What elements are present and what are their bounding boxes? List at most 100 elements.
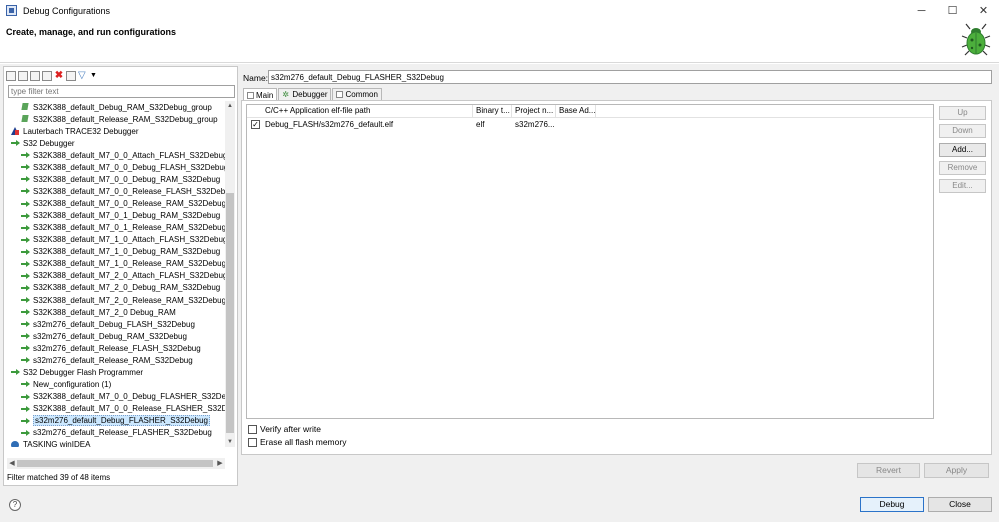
edit-button[interactable]: Edit... <box>939 179 986 194</box>
table-row[interactable]: ✓ Debug_FLASH/s32m276_default.elf elf s3… <box>247 118 933 131</box>
column-header-binary-type[interactable]: Binary t... <box>473 105 512 117</box>
remove-button[interactable]: Remove <box>939 160 986 175</box>
tree-category[interactable]: S32 Debugger <box>7 137 225 149</box>
tree-configuration-item[interactable]: New_configuration (1) <box>7 378 225 390</box>
tab-debugger[interactable]: ✲ Debugger <box>278 88 332 100</box>
filter-input[interactable] <box>8 85 235 98</box>
new-configuration-icon[interactable] <box>6 71 16 81</box>
minimize-button[interactable]: ─ <box>906 0 937 21</box>
tab-debugger-label: Debugger <box>292 90 328 99</box>
scroll-right-arrow-icon[interactable]: ▶ <box>215 458 225 469</box>
help-icon[interactable]: ? <box>9 499 21 511</box>
scroll-left-arrow-icon[interactable]: ◀ <box>7 458 17 469</box>
tree-configuration-item[interactable]: S32K388_default_M7_1_0_Release_RAM_S32De… <box>7 258 225 270</box>
column-header-path[interactable]: C/C++ Application elf-file path <box>247 105 473 117</box>
tree-configuration-item[interactable]: s32m276_default_Debug_RAM_S32Debug <box>7 330 225 342</box>
close-button[interactable]: Close <box>928 497 992 512</box>
launch-icon <box>21 175 30 183</box>
close-window-button[interactable]: ✕ <box>968 0 999 21</box>
tree-vertical-scrollbar[interactable]: ▲ ▼ <box>225 101 235 447</box>
tree-category[interactable]: Lauterbach TRACE32 Debugger <box>7 125 225 137</box>
tree-configuration-item[interactable]: S32K388_default_M7_2_0_Release_RAM_S32De… <box>7 294 225 306</box>
tree-item-label: S32 Debugger <box>23 138 75 148</box>
tree-configuration-item[interactable]: S32K388_default_M7_0_0_Attach_FLASH_S32D… <box>7 149 225 161</box>
launch-icon <box>21 296 30 304</box>
tab-main-label: Main <box>256 90 274 100</box>
collapse-all-icon[interactable] <box>66 71 76 81</box>
tree-configuration-item[interactable]: S32K388_default_M7_0_0_Debug_FLASH_S32De… <box>7 161 225 173</box>
tree-configuration-item[interactable]: s32m276_default_Release_RAM_S32Debug <box>7 354 225 366</box>
hscroll-thumb[interactable] <box>17 460 213 467</box>
apply-button[interactable]: Apply <box>924 463 989 478</box>
dialog-header: Create, manage, and run configurations <box>0 21 999 63</box>
down-button[interactable]: Down <box>939 124 986 139</box>
tree-configuration-item[interactable]: S32K388_default_M7_2_0_Debug_RAM_S32Debu… <box>7 282 225 294</box>
row-elf-path: Debug_FLASH/s32m276_default.elf <box>265 120 394 129</box>
verify-after-write-checkbox[interactable] <box>248 424 257 434</box>
tree-configuration-item[interactable]: s32m276_default_Release_FLASH_S32Debug <box>7 342 225 354</box>
tree-configuration-item[interactable]: s32m276_default_Release_FLASHER_S32Debug <box>7 427 225 439</box>
tree-category[interactable]: S32 Debugger Flash Programmer <box>7 366 225 378</box>
tree-item-label: S32K388_default_M7_0_0_Debug_FLASHER_S32… <box>33 392 225 402</box>
column-header-project-name[interactable]: Project n... <box>512 105 556 117</box>
tree-configuration-item[interactable]: S32K388_default_M7_0_1_Debug_RAM_S32Debu… <box>7 210 225 222</box>
tree-configuration-item[interactable]: S32K388_default_Debug_RAM_S32Debug_group <box>7 101 225 113</box>
duplicate-icon[interactable] <box>42 71 52 81</box>
erase-all-flash-checkbox[interactable] <box>248 437 257 447</box>
tree-configuration-item[interactable]: S32K388_default_M7_0_1_Release_RAM_S32De… <box>7 222 225 234</box>
tree-configuration-item[interactable]: s32m276_default_Debug_FLASH_S32Debug <box>7 318 225 330</box>
scroll-down-arrow-icon[interactable]: ▼ <box>225 437 235 447</box>
launch-icon <box>21 332 30 340</box>
scroll-up-arrow-icon[interactable]: ▲ <box>225 101 235 111</box>
verify-after-write-option[interactable]: Verify after write <box>248 424 321 434</box>
tree-configuration-item[interactable]: S32K388_default_M7_2_0 Debug_RAM <box>7 306 225 318</box>
tree-configuration-item[interactable]: S32K388_default_M7_2_0_Attach_FLASH_S32D… <box>7 270 225 282</box>
erase-all-flash-option[interactable]: Erase all flash memory <box>248 437 346 447</box>
tree-configuration-item[interactable]: s32m276_default_Debug_FLASHER_S32Debug <box>7 415 225 427</box>
tree-configuration-item[interactable]: S32K388_default_M7_1_0_Debug_RAM_S32Debu… <box>7 246 225 258</box>
export-icon[interactable] <box>30 71 40 81</box>
filter-icon[interactable]: ▽ <box>78 71 88 81</box>
tree-configuration-item[interactable]: S32K388_default_M7_0_0_Release_FLASH_S32… <box>7 185 225 197</box>
tab-common-label: Common <box>345 90 378 99</box>
tree-configuration-item[interactable]: S32K388_default_M7_0_0_Debug_RAM_S32Debu… <box>7 173 225 185</box>
view-menu-icon[interactable]: ▼ <box>90 71 100 81</box>
row-checkbox[interactable]: ✓ <box>251 120 260 129</box>
row-project-name: s32m276... <box>515 120 555 129</box>
group-icon <box>21 115 30 123</box>
maximize-button[interactable]: ☐ <box>937 0 968 21</box>
debug-button[interactable]: Debug <box>860 497 924 512</box>
column-header-base-address[interactable]: Base Ad... <box>556 105 596 117</box>
launch-icon <box>21 393 30 401</box>
tree-configuration-item[interactable]: S32K388_default_M7_0_0_Release_RAM_S32De… <box>7 198 225 210</box>
debugger-tab-icon: ✲ <box>282 90 290 99</box>
tasking-icon <box>11 440 20 447</box>
scroll-thumb[interactable] <box>226 193 234 433</box>
revert-button[interactable]: Revert <box>857 463 920 478</box>
launch-icon <box>21 260 30 268</box>
tree-category[interactable]: TASKING winIDEA <box>7 439 225 447</box>
delete-icon[interactable]: ✖ <box>54 71 64 81</box>
tree-item-label: S32K388_default_M7_2_0_Debug_RAM_S32Debu… <box>33 283 221 293</box>
tree-configuration-item[interactable]: S32K388_default_M7_0_0_Release_FLASHER_S… <box>7 403 225 415</box>
tree-configuration-item[interactable]: S32K388_default_M7_0_0_Debug_FLASHER_S32… <box>7 391 225 403</box>
tree-item-label: S32K388_default_M7_0_1_Release_RAM_S32De… <box>33 223 225 233</box>
bug-icon <box>961 23 991 56</box>
window-controls: ─ ☐ ✕ <box>906 0 999 21</box>
tree-item-label: S32K388_default_M7_0_0_Debug_RAM_S32Debu… <box>33 174 221 184</box>
up-button[interactable]: Up <box>939 106 986 120</box>
app-icon <box>6 5 17 16</box>
launch-icon <box>21 212 30 220</box>
launch-icon <box>21 187 30 195</box>
configuration-name-input[interactable] <box>268 70 992 84</box>
tree-horizontal-scrollbar[interactable]: ◀ ▶ <box>7 458 225 469</box>
add-button[interactable]: Add... <box>939 142 986 157</box>
tree-configuration-item[interactable]: S32K388_default_Release_RAM_S32Debug_gro… <box>7 113 225 125</box>
tree-item-label: S32K388_default_M7_0_1_Debug_RAM_S32Debu… <box>33 211 221 221</box>
tree-item-label: TASKING winIDEA <box>23 440 91 447</box>
new-prototype-icon[interactable] <box>18 71 28 81</box>
launch-icon <box>21 248 30 256</box>
tree-configuration-item[interactable]: S32K388_default_M7_1_0_Attach_FLASH_S32D… <box>7 234 225 246</box>
tab-common[interactable]: Common <box>332 88 382 100</box>
launch-icon <box>21 417 30 425</box>
